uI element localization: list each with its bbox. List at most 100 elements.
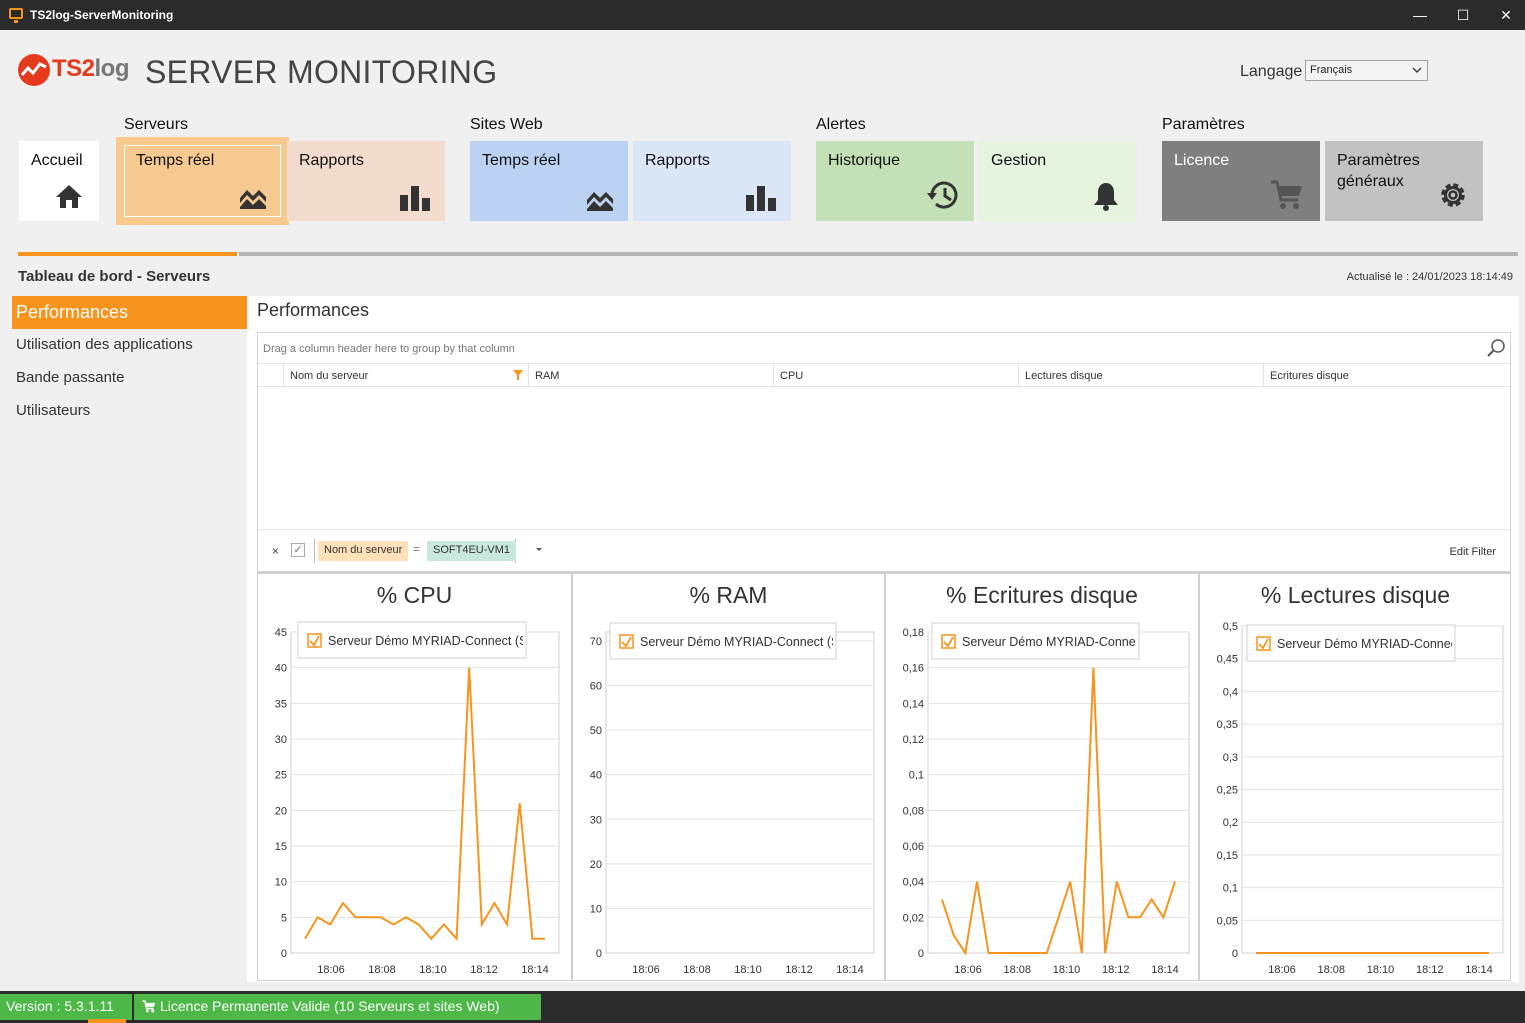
home-icon (56, 185, 82, 208)
y-tick-label: 15 (275, 841, 287, 853)
y-tick-label: 70 (590, 636, 602, 648)
y-tick-label: 0,18 (903, 627, 924, 639)
y-tick-label: 10 (275, 877, 287, 889)
group-panel[interactable]: Drag a column header here to group by th… (258, 333, 1510, 364)
column-header-cpu[interactable]: CPU (773, 364, 1018, 387)
x-tick-label: 18:08 (1317, 964, 1345, 976)
y-tick-label: 25 (275, 770, 287, 782)
section-indicator-active (18, 252, 237, 256)
tile-servers-reports[interactable]: Rapports (287, 141, 445, 221)
y-tick-label: 40 (590, 770, 602, 782)
y-tick-label: 0,14 (903, 698, 924, 710)
chart-disk-reads: % Lectures disque 0 0,05 0,1 0,15 0,2 0,25 0,3… (1198, 572, 1511, 981)
tile-label: Historique (828, 152, 901, 169)
plot-area (605, 631, 875, 954)
y-tick-label: 0,04 (903, 877, 924, 889)
group-hint: Drag a column header here to group by th… (263, 343, 515, 355)
nav-item-applications[interactable]: Utilisation des applications (12, 330, 247, 363)
clear-filter-button[interactable]: × (272, 544, 279, 558)
ts2log-logo: TS2log (18, 52, 130, 86)
chart-disk-writes: % Ecritures disque 0 0,02 0,04 0,06 0,08 0,1 0… (884, 572, 1198, 981)
chart-disk-reads-svg: 0 0,05 0,1 0,15 0,2 0,25 0,3 0,35 0,4 0,45 0,5 18:0… (1217, 621, 1504, 976)
history-icon (927, 181, 958, 209)
language-select[interactable]: Français (1305, 60, 1428, 81)
nav-item-performances[interactable]: Performances (12, 296, 247, 329)
y-tick-label: 0,1 (909, 770, 924, 782)
tile-label: Gestion (991, 152, 1047, 169)
tile-servers-realtime[interactable]: Temps réel (116, 137, 289, 225)
last-updated: Actualisé le : 24/01/2023 18:14:49 (1346, 271, 1513, 283)
x-tick-label: 18:10 (419, 964, 447, 976)
y-tick-label: 0,02 (903, 912, 924, 924)
y-tick-label: 30 (275, 734, 287, 746)
license-text: Licence Permanente Valide (10 Serveurs e… (160, 998, 500, 1014)
x-tick-label: 18:06 (1268, 964, 1296, 976)
filter-enabled-checkbox[interactable]: ✓ (291, 543, 305, 557)
filter-dropdown-icon[interactable] (534, 544, 544, 554)
y-tick-label: 35 (275, 698, 287, 710)
x-tick-label: 18:12 (785, 964, 813, 976)
language-value: Français (1310, 64, 1353, 76)
y-tick-label: 0,05 (1217, 915, 1238, 927)
tile-label: Temps réel (482, 152, 561, 169)
y-tick-label: 0,2 (1223, 817, 1238, 829)
filter-value[interactable]: SOFT4EU-VM1 (427, 541, 517, 561)
title-bar: TS2log-ServerMonitoring — ☐ ✕ (0, 0, 1525, 30)
y-tick-label: 5 (281, 912, 287, 924)
legend-label: Serveur Démo MYRIAD-Connect (SOFT (640, 635, 865, 649)
bar-chart-icon (746, 186, 776, 211)
y-tick-label: 0,4 (1223, 686, 1238, 698)
edit-filter-link[interactable]: Edit Filter (1450, 546, 1496, 558)
group-label-servers: Serveurs (124, 116, 189, 133)
logo-text-b: log (94, 55, 130, 82)
x-tick-label: 18:10 (734, 964, 762, 976)
tile-general-settings[interactable]: Paramètres généraux (1325, 141, 1483, 221)
tile-alerts-management[interactable]: Gestion (979, 141, 1137, 221)
y-tick-label: 0,16 (903, 663, 924, 675)
tile-web-reports[interactable]: Rapports (633, 141, 791, 221)
tile-label: Accueil (31, 152, 83, 169)
tile-home[interactable]: Accueil (19, 141, 99, 221)
column-header-disk-writes[interactable]: Ecritures disque (1263, 364, 1510, 387)
tile-alerts-history[interactable]: Historique (816, 141, 974, 221)
nav-item-bandwidth[interactable]: Bande passante (12, 363, 247, 396)
chevron-down-icon (1412, 67, 1422, 73)
y-tick-label: 0,08 (903, 805, 924, 817)
minimize-button[interactable]: — (1398, 0, 1442, 30)
x-tick-label: 18:06 (954, 964, 982, 976)
y-tick-label: 60 (590, 681, 602, 693)
x-tick-label: 18:14 (1151, 964, 1179, 976)
column-header-ram[interactable]: RAM (528, 364, 773, 387)
maximize-button[interactable]: ☐ (1441, 0, 1485, 30)
filter-operator[interactable]: = (413, 542, 420, 556)
cart-icon (142, 1000, 156, 1013)
x-tick-label: 18:06 (632, 964, 660, 976)
x-tick-label: 18:10 (1053, 964, 1081, 976)
x-tick-label: 18:12 (1102, 964, 1130, 976)
group-label-sites: Sites Web (470, 116, 543, 133)
page-title: Tableau de bord - Serveurs (18, 268, 211, 285)
y-tick-label: 0 (281, 948, 287, 960)
y-tick-label: 30 (590, 814, 602, 826)
nav-item-users[interactable]: Utilisateurs (12, 396, 247, 429)
tile-license[interactable]: Licence (1162, 141, 1320, 221)
chart-ram-svg: 0 10 20 30 40 50 60 70 18:06 18:08 18:10 18:12 18:14… (590, 622, 875, 976)
window-title: TS2log-ServerMonitoring (30, 8, 174, 22)
search-icon[interactable] (1486, 338, 1506, 358)
app-title: SERVER MONITORING (145, 54, 498, 90)
tile-web-realtime[interactable]: Temps réel (470, 141, 628, 221)
row-indicator-header (258, 364, 283, 387)
license-badge: Licence Permanente Valide (10 Serveurs e… (134, 994, 541, 1020)
y-tick-label: 0,25 (1217, 785, 1238, 797)
bell-icon (1094, 183, 1118, 211)
filter-icon[interactable] (513, 370, 523, 380)
taskbar-app-indicator (88, 1019, 126, 1023)
filter-field[interactable]: Nom du serveur (318, 541, 409, 561)
y-tick-label: 0 (596, 948, 602, 960)
column-header-disk-reads[interactable]: Lectures disque (1018, 364, 1263, 387)
logo-mark (18, 54, 50, 86)
x-tick-label: 18:12 (1416, 964, 1444, 976)
column-header-server[interactable]: Nom du serveur (283, 364, 528, 387)
y-tick-label: 0,1 (1223, 883, 1238, 895)
close-button[interactable]: ✕ (1484, 0, 1525, 30)
